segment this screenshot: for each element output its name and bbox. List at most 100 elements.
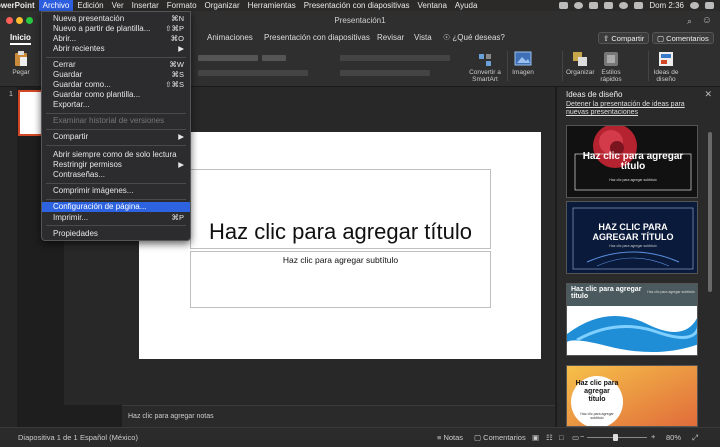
zoom-in-icon[interactable]: + <box>651 432 655 441</box>
language-indicator[interactable]: Español (México) <box>80 433 138 442</box>
zoom-slider-thumb[interactable] <box>613 434 618 441</box>
menu-item-nueva-presentacion[interactable]: Nueva presentación ⌘N <box>42 14 190 23</box>
menu-item-restringir-permisos[interactable]: Restringir permisos ▶ <box>42 160 190 169</box>
status-bar: Diapositiva 1 de 1 Español (México) ≡ No… <box>0 427 720 447</box>
tab-animaciones[interactable]: Animaciones <box>207 33 253 42</box>
tab-revisar[interactable]: Revisar <box>377 33 404 42</box>
quick-styles-button[interactable]: Estilos rápidos <box>597 51 625 83</box>
tab-vista[interactable]: Vista <box>414 33 432 42</box>
menubar-archivo[interactable]: Archivo <box>38 0 74 11</box>
title-placeholder[interactable]: Haz clic para agregar título <box>190 169 491 249</box>
menu-item-label: Restringir permisos <box>53 160 122 169</box>
menu-item-abrir-recientes[interactable]: Abrir recientes ▶ <box>42 44 190 53</box>
design-idea-2-subtitle: Haz clic para agregar subtítulo <box>609 244 657 248</box>
menubar-status-area: Dom 2:36 <box>559 1 720 10</box>
menubar-clock[interactable]: Dom 2:36 <box>649 1 684 10</box>
menubar-app-name[interactable]: owerPoint <box>0 0 39 11</box>
menubar-organizar[interactable]: Organizar <box>201 0 244 11</box>
menubar-formato[interactable]: Formato <box>163 0 201 11</box>
design-idea-3-title: Haz clic para agregar título <box>571 286 642 300</box>
search-icon[interactable]: ⌕ <box>687 16 692 27</box>
menubar-insertar[interactable]: Insertar <box>128 0 163 11</box>
reading-view-icon[interactable]: □ <box>559 433 564 442</box>
menubar-edicion[interactable]: Edición <box>73 0 107 11</box>
insert-image-button[interactable]: Imagen <box>510 51 536 76</box>
design-idea-4[interactable]: Haz clic para agregar título Haz clic pa… <box>566 365 698 427</box>
paste-button[interactable]: Pegar <box>10 51 32 76</box>
menu-item-configuracion-pagina[interactable]: Configuración de página... <box>42 202 190 212</box>
tab-presentacion[interactable]: Presentación con diapositivas <box>264 33 370 42</box>
notes-toggle[interactable]: ≡ Notas <box>437 433 463 442</box>
menu-item-propiedades[interactable]: Propiedades <box>42 229 190 238</box>
share-person-icon[interactable]: ☺ <box>702 15 712 26</box>
menubar-ver[interactable]: Ver <box>108 0 128 11</box>
design-ideas-pane: Ideas de diseño ✕ Detener la presentació… <box>556 87 720 427</box>
design-ideas-label: Ideas de diseño <box>653 69 679 83</box>
font-size-select[interactable] <box>262 55 286 61</box>
quick-styles-icon <box>604 52 618 66</box>
menu-item-solo-lectura[interactable]: Abrir siempre como de solo lectura <box>42 150 190 159</box>
fit-to-window-icon[interactable]: ⤢ <box>692 433 698 443</box>
battery-icon[interactable] <box>604 2 614 9</box>
slide[interactable]: Haz clic para agregar título Haz clic pa… <box>139 132 541 359</box>
comments-toggle[interactable]: ▢ Comentarios <box>474 433 526 442</box>
spotlight-icon[interactable] <box>690 2 699 9</box>
wifi-icon[interactable] <box>589 2 599 9</box>
menubar-presentacion[interactable]: Presentación con diapositivas <box>300 0 414 11</box>
menu-item-guardar-como[interactable]: Guardar como... ⇧⌘S <box>42 80 190 89</box>
control-center-icon[interactable] <box>705 2 714 9</box>
menu-separator <box>46 199 186 200</box>
menu-separator <box>46 57 186 58</box>
zoom-level[interactable]: 80% <box>666 433 681 442</box>
share-button[interactable]: ⇧ Compartir <box>598 32 650 44</box>
menu-item-contrasenas[interactable]: Contraseñas... <box>42 170 190 179</box>
menu-item-label: Nueva presentación <box>53 14 125 23</box>
menubar-ayuda[interactable]: Ayuda <box>451 0 482 11</box>
paragraph-buttons[interactable] <box>340 55 450 61</box>
stop-ideas-link[interactable]: Detener la presentación de ideas para nu… <box>566 101 706 117</box>
bluetooth-icon[interactable] <box>619 2 629 9</box>
design-idea-2[interactable]: HAZ CLIC PARA AGREGAR TÍTULO Haz clic pa… <box>566 201 698 274</box>
menu-item-guardar-plantilla[interactable]: Guardar como plantilla... <box>42 90 190 99</box>
comments-button[interactable]: ▢ Comentarios <box>652 32 714 44</box>
arrange-button[interactable]: Organizar <box>566 51 595 76</box>
normal-view-icon[interactable]: ▣ <box>532 433 539 442</box>
design-pane-scrollbar[interactable] <box>708 132 712 292</box>
design-ideas-button[interactable]: Ideas de diseño <box>652 51 680 83</box>
menu-item-compartir[interactable]: Compartir ▶ <box>42 132 190 141</box>
menu-item-comprimir-imagenes[interactable]: Comprimir imágenes... <box>42 186 190 195</box>
menubar-herramientas[interactable]: Herramientas <box>244 0 300 11</box>
font-format-buttons[interactable] <box>198 70 308 76</box>
design-idea-3[interactable]: Haz clic para agregar título Haz clic pa… <box>566 283 698 356</box>
convert-smartart-button[interactable]: Convertir a SmartArt <box>467 53 503 83</box>
subtitle-placeholder[interactable]: Haz clic para agregar subtítulo <box>190 251 491 308</box>
menubar-ventana[interactable]: Ventana <box>414 0 451 11</box>
comments-button-label: Comentarios <box>666 34 709 43</box>
submenu-arrow-icon: ▶ <box>178 160 184 169</box>
notes-pane[interactable]: Haz clic para agregar notas <box>122 405 555 427</box>
flag-icon[interactable] <box>634 2 644 9</box>
menu-item-label: Guardar como plantilla... <box>53 90 141 99</box>
font-family-select[interactable] <box>198 55 258 61</box>
menu-shortcut: ⌘W <box>169 60 184 69</box>
menu-item-abrir[interactable]: Abrir... ⌘O <box>42 34 190 43</box>
slide-sorter-icon[interactable]: ☷ <box>546 433 553 442</box>
menu-item-nuevo-plantilla[interactable]: Nuevo a partir de plantilla... ⇧⌘P <box>42 24 190 33</box>
close-icon[interactable]: ✕ <box>704 89 712 100</box>
sync-icon[interactable] <box>574 2 584 9</box>
slideshow-icon[interactable]: ▭ <box>572 433 579 442</box>
archivo-menu: Nueva presentación ⌘N Nuevo a partir de p… <box>41 11 191 241</box>
dropbox-icon[interactable] <box>559 2 569 9</box>
design-idea-1[interactable]: Haz clic para agregar título Haz clic pa… <box>566 125 698 198</box>
menu-shortcut: ⌘S <box>171 70 184 79</box>
menu-item-imprimir[interactable]: Imprimir... ⌘P <box>42 213 190 222</box>
tell-me-search[interactable]: ☉ ¿Qué deseas? <box>443 33 505 42</box>
image-label: Imagen <box>512 69 534 76</box>
tab-inicio[interactable]: Inicio <box>10 33 31 45</box>
menu-item-cerrar[interactable]: Cerrar ⌘W <box>42 60 190 69</box>
menu-item-exportar[interactable]: Exportar... <box>42 100 190 109</box>
subtitle-placeholder-text: Haz clic para agregar subtítulo <box>282 255 399 265</box>
menu-item-guardar[interactable]: Guardar ⌘S <box>42 70 190 79</box>
alignment-buttons[interactable] <box>340 70 430 76</box>
zoom-out-icon[interactable]: − <box>580 432 584 441</box>
